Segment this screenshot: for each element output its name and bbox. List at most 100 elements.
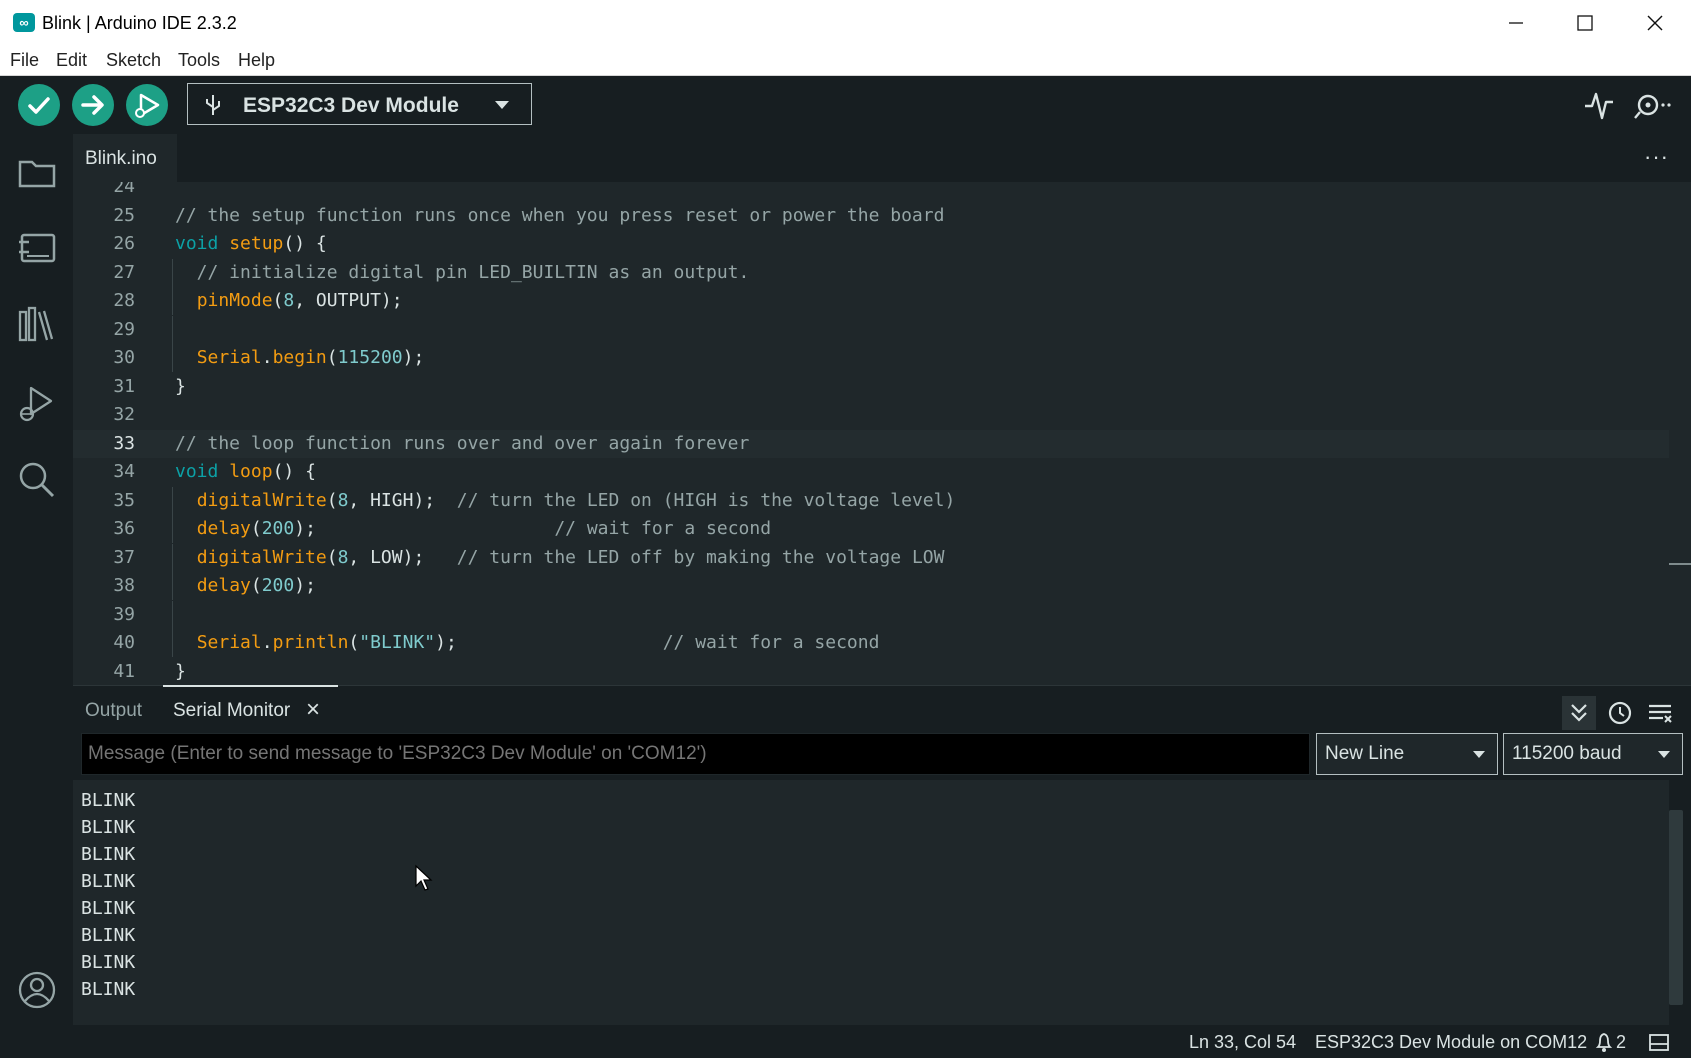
- serial-scrollbar[interactable]: [1669, 810, 1683, 1005]
- code-line[interactable]: 24: [73, 182, 1669, 201]
- board-icon[interactable]: [17, 230, 57, 266]
- code-line[interactable]: 30 Serial.begin(115200);: [73, 344, 1669, 372]
- minimize-icon[interactable]: [1493, 8, 1539, 38]
- menu-file[interactable]: File: [10, 50, 39, 71]
- debug-icon[interactable]: [17, 384, 57, 424]
- line-ending-value: New Line: [1325, 743, 1405, 764]
- scrollbar-thumb[interactable]: [1669, 563, 1691, 565]
- debug-play-icon: [135, 93, 160, 118]
- code-token: delay: [196, 518, 251, 539]
- indent-guide: [172, 600, 173, 629]
- code-token: // initialize digital pin LED_BUILTIN as…: [175, 261, 750, 283]
- code-line[interactable]: 34 void loop() {: [73, 458, 1669, 486]
- serial-message-input[interactable]: [81, 733, 1310, 775]
- close-icon[interactable]: ×: [306, 696, 320, 724]
- serial-monitor-button[interactable]: [1632, 88, 1676, 127]
- line-number: 36: [113, 518, 135, 539]
- code-text: Serial.begin(115200);: [175, 344, 425, 372]
- notification-count[interactable]: 2: [1616, 1032, 1626, 1053]
- code-line[interactable]: 40 Serial.println("BLINK"); // wait for …: [73, 629, 1669, 657]
- code-token: Serial: [196, 632, 262, 653]
- line-number: 40: [113, 632, 135, 653]
- code-line[interactable]: 39: [73, 600, 1669, 629]
- verify-button[interactable]: [18, 84, 60, 126]
- line-ending-select[interactable]: New Line: [1316, 733, 1498, 775]
- code-line[interactable]: 31}: [73, 373, 1669, 401]
- upload-button[interactable]: [72, 84, 114, 126]
- board-selector[interactable]: ESP32C3 Dev Module: [187, 83, 532, 125]
- arduino-infinity-icon: ∞: [13, 13, 35, 32]
- line-number: 27: [113, 261, 135, 283]
- code-token: delay: [196, 575, 251, 596]
- clear-output-icon[interactable]: [1643, 696, 1677, 730]
- code-token: , OUTPUT);: [294, 290, 403, 311]
- code-line[interactable]: 41}: [73, 658, 1669, 686]
- menu-tools[interactable]: Tools: [178, 50, 220, 71]
- code-line[interactable]: 33 // the loop function runs over and ove…: [73, 429, 1669, 458]
- folder-icon[interactable]: [17, 154, 57, 190]
- code-line[interactable]: 32: [73, 401, 1669, 429]
- code-text: // the loop function runs over and over …: [175, 430, 749, 458]
- code-line[interactable]: 38 delay(200);: [73, 572, 1669, 600]
- indent-guide: [172, 515, 173, 543]
- panel-toggle-icon[interactable]: [1648, 1033, 1670, 1053]
- code-text: void loop() {: [175, 458, 316, 486]
- more-options-icon[interactable]: ···: [1644, 144, 1669, 170]
- tab-blink-ino[interactable]: Blink.ino: [73, 134, 177, 182]
- usb-icon: [206, 95, 220, 115]
- code-line[interactable]: 25 // the setup function runs once when y…: [73, 202, 1669, 230]
- cursor-position[interactable]: Ln 33, Col 54: [1189, 1032, 1296, 1053]
- line-number: 25: [113, 204, 135, 226]
- code-token: 8: [283, 290, 295, 311]
- bell-icon[interactable]: [1594, 1031, 1614, 1053]
- timestamp-icon[interactable]: [1603, 696, 1637, 730]
- code-token: (: [250, 518, 262, 539]
- menu-sketch[interactable]: Sketch: [106, 50, 161, 71]
- message-field[interactable]: [82, 734, 1309, 774]
- code-line[interactable]: 35 digitalWrite(8, HIGH); // turn the LE…: [73, 486, 1669, 515]
- tab-label: Blink.ino: [85, 148, 157, 169]
- baud-rate-select[interactable]: 115200 baud: [1503, 733, 1683, 775]
- code-token: println: [272, 632, 349, 653]
- title-bar: ∞ Blink | Arduino IDE 2.3.2: [0, 0, 1691, 47]
- chevron-down-icon: [1473, 751, 1485, 758]
- code-token: }: [175, 375, 186, 397]
- account-icon[interactable]: [17, 970, 57, 1010]
- code-line[interactable]: 37 digitalWrite(8, LOW); // turn the LED…: [73, 543, 1669, 572]
- code-editor[interactable]: 24 25 // the setup function runs once when…: [73, 182, 1669, 685]
- code-line[interactable]: 29: [73, 315, 1669, 344]
- menu-help[interactable]: Help: [238, 50, 275, 71]
- line-number: 34: [113, 461, 135, 482]
- code-token: pinMode: [196, 290, 273, 311]
- code-line[interactable]: 28 pinMode(8, OUTPUT);: [73, 287, 1669, 315]
- code-token: (: [272, 290, 284, 311]
- code-line[interactable]: 36 delay(200); // wait for a second: [73, 515, 1669, 543]
- search-icon[interactable]: [17, 460, 57, 500]
- library-icon[interactable]: [17, 306, 57, 344]
- maximize-icon[interactable]: [1562, 8, 1608, 38]
- panel-tabs: Output Serial Monitor ×: [73, 685, 1691, 734]
- code-line[interactable]: 26 void setup() {: [73, 230, 1669, 258]
- list-item: BLINK: [81, 871, 136, 892]
- code-token: , HIGH);: [348, 489, 457, 511]
- menu-edit[interactable]: Edit: [56, 50, 87, 71]
- chevron-down-icon: [1658, 751, 1670, 758]
- code-text: void setup() {: [175, 230, 327, 258]
- list-item: BLINK: [81, 817, 136, 838]
- debug-button[interactable]: [126, 84, 168, 126]
- code-text: digitalWrite(8, LOW); // turn the LED of…: [175, 544, 945, 572]
- tab-output[interactable]: Output: [85, 700, 142, 722]
- autoscroll-icon[interactable]: [1562, 696, 1596, 730]
- code-token: // wait for a second: [662, 632, 880, 653]
- code-token: void: [175, 233, 219, 254]
- code-line[interactable]: 27 // initialize digital pin LED_BUILTIN…: [73, 258, 1669, 287]
- line-number: 30: [113, 347, 135, 368]
- serial-plotter-button[interactable]: [1582, 88, 1616, 127]
- tab-serial-monitor[interactable]: Serial Monitor: [173, 700, 290, 722]
- indent-guide: [172, 287, 173, 315]
- board-port[interactable]: ESP32C3 Dev Module on COM12: [1315, 1032, 1587, 1053]
- close-icon[interactable]: [1632, 8, 1678, 38]
- editor-scrollbar[interactable]: [1669, 182, 1691, 685]
